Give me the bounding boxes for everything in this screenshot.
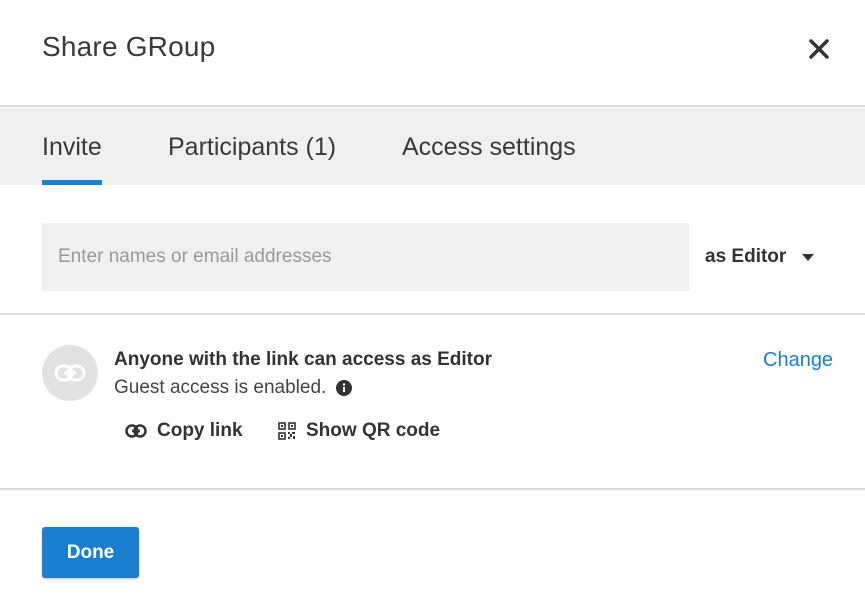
chevron-down-icon xyxy=(802,253,815,261)
dialog-title: Share GRoup xyxy=(42,31,216,62)
invite-input[interactable] xyxy=(42,223,689,291)
change-link[interactable]: Change xyxy=(763,349,833,372)
close-button[interactable] xyxy=(804,34,834,64)
tab-bar: Invite Participants (1) Access settings xyxy=(0,108,865,185)
role-dropdown[interactable]: as Editor xyxy=(705,223,815,291)
tab-participants[interactable]: Participants (1) xyxy=(168,108,336,185)
tab-access-settings[interactable]: Access settings xyxy=(402,108,576,185)
qr-code-icon xyxy=(278,422,296,440)
role-label: as Editor xyxy=(705,246,787,267)
guest-access-text: Guest access is enabled. xyxy=(114,377,327,398)
done-button[interactable]: Done xyxy=(42,527,139,578)
close-icon xyxy=(809,39,829,59)
guest-access-row: Guest access is enabled. xyxy=(114,377,353,399)
tab-invite[interactable]: Invite xyxy=(42,108,102,185)
link-icon xyxy=(54,364,86,382)
copy-link-label: Copy link xyxy=(157,420,243,441)
show-qr-code-button[interactable]: Show QR code xyxy=(278,419,440,443)
copy-link-button[interactable]: Copy link xyxy=(125,419,243,443)
link-icon xyxy=(125,424,147,438)
show-qr-code-label: Show QR code xyxy=(306,420,441,441)
link-access-section: Anyone with the link can access as Edito… xyxy=(0,316,865,490)
link-access-heading: Anyone with the link can access as Edito… xyxy=(114,349,493,370)
invite-row: as Editor xyxy=(0,186,865,315)
link-avatar xyxy=(42,345,98,401)
info-icon[interactable] xyxy=(336,380,353,396)
dialog-header: Share GRoup xyxy=(0,0,865,107)
